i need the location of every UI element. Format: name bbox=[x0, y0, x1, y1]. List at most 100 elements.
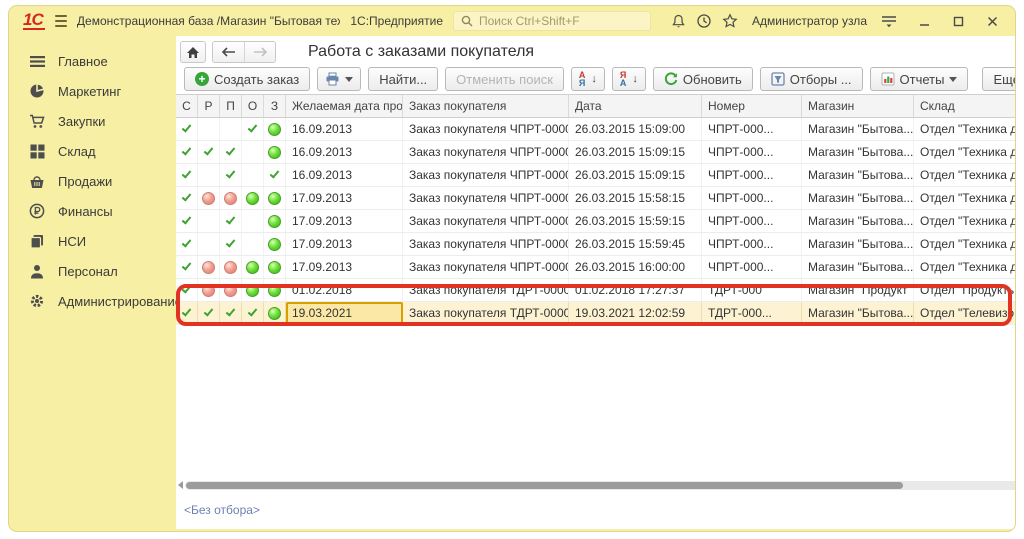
cell-wish_date[interactable]: 16.09.2013 bbox=[286, 164, 403, 186]
cell-store[interactable]: Магазин "Бытова... bbox=[802, 210, 914, 232]
column-header[interactable]: С bbox=[176, 95, 198, 117]
cell-wish_date[interactable]: 17.09.2013 bbox=[286, 233, 403, 255]
sidebar-item-персонал[interactable]: Персонал bbox=[9, 256, 176, 286]
table-row[interactable]: 16.09.2013Заказ покупателя ЧПРТ-00000...… bbox=[176, 141, 1016, 164]
scroll-left-icon[interactable] bbox=[178, 481, 183, 489]
sidebar-item-администрирование[interactable]: Администрирование bbox=[9, 286, 176, 316]
cell-order[interactable]: Заказ покупателя ЧПРТ-00000... bbox=[403, 164, 569, 186]
column-header[interactable]: О bbox=[242, 95, 264, 117]
home-button[interactable] bbox=[180, 41, 206, 63]
column-header[interactable]: Р bbox=[198, 95, 220, 117]
column-header[interactable]: Номер bbox=[702, 95, 802, 117]
sort-descending-button[interactable]: Я А ↓ bbox=[612, 67, 646, 91]
back-button[interactable] bbox=[213, 42, 244, 62]
global-search[interactable] bbox=[453, 11, 651, 31]
column-header[interactable]: П bbox=[220, 95, 242, 117]
cell-date[interactable]: 01.02.2018 17:27:37 bbox=[569, 279, 702, 301]
cell-wish_date[interactable]: 17.09.2013 bbox=[286, 187, 403, 209]
search-input[interactable] bbox=[479, 14, 643, 28]
cell-store[interactable]: Магазин "Бытова... bbox=[802, 187, 914, 209]
cell-date[interactable]: 19.03.2021 12:02:59 bbox=[569, 302, 702, 324]
column-header[interactable]: Склад bbox=[914, 95, 1016, 117]
column-header[interactable]: Желаемая дата продажи bbox=[286, 95, 403, 117]
column-header[interactable]: Дата bbox=[569, 95, 702, 117]
column-header[interactable]: Магазин bbox=[802, 95, 914, 117]
cell-number[interactable]: ТДРТ-000 bbox=[702, 279, 802, 301]
cell-warehouse[interactable]: Отдел "Техника д bbox=[914, 187, 1016, 209]
table-row[interactable]: 19.03.2021Заказ покупателя ТДРТ-000001..… bbox=[176, 302, 1016, 325]
cell-order[interactable]: Заказ покупателя ЧПРТ-00000... bbox=[403, 118, 569, 140]
table-row[interactable]: 16.09.2013Заказ покупателя ЧПРТ-00000...… bbox=[176, 164, 1016, 187]
notifications-bell-icon[interactable] bbox=[671, 12, 686, 30]
reports-button[interactable]: Отчеты bbox=[870, 67, 969, 91]
cell-number[interactable]: ЧПРТ-000... bbox=[702, 141, 802, 163]
find-button[interactable]: Найти... bbox=[368, 67, 438, 91]
sidebar-item-финансы[interactable]: Финансы bbox=[9, 196, 176, 226]
table-row[interactable]: 17.09.2013Заказ покупателя ЧПРТ-00000...… bbox=[176, 233, 1016, 256]
sidebar-item-маркетинг[interactable]: Маркетинг bbox=[9, 76, 176, 106]
sidebar-item-продажи[interactable]: Продажи bbox=[9, 166, 176, 196]
cell-store[interactable]: Магазин "Бытова... bbox=[802, 302, 914, 324]
cell-order[interactable]: Заказ покупателя ТДРТ-000001 bbox=[403, 279, 569, 301]
cell-order[interactable]: Заказ покупателя ЧПРТ-00000... bbox=[403, 210, 569, 232]
cell-store[interactable]: Магазин "Бытова... bbox=[802, 256, 914, 278]
cell-wish_date[interactable]: 16.09.2013 bbox=[286, 118, 403, 140]
scrollbar-thumb[interactable] bbox=[186, 482, 903, 489]
cell-number[interactable]: ЧПРТ-000... bbox=[702, 164, 802, 186]
table-row[interactable]: 01.02.2018Заказ покупателя ТДРТ-00000101… bbox=[176, 279, 1016, 302]
cell-wish_date[interactable]: 17.09.2013 bbox=[286, 210, 403, 232]
cell-number[interactable]: ЧПРТ-000... bbox=[702, 256, 802, 278]
sort-ascending-button[interactable]: А Я ↓ bbox=[571, 67, 605, 91]
main-menu-icon[interactable] bbox=[55, 15, 67, 27]
cell-date[interactable]: 26.03.2015 15:58:15 bbox=[569, 187, 702, 209]
cell-wish_date[interactable]: 16.09.2013 bbox=[286, 141, 403, 163]
refresh-button[interactable]: Обновить bbox=[653, 67, 753, 91]
filters-button[interactable]: Отборы ... bbox=[760, 67, 863, 91]
scrollbar-track[interactable] bbox=[185, 481, 1016, 490]
cell-date[interactable]: 26.03.2015 15:09:00 bbox=[569, 118, 702, 140]
cell-warehouse[interactable]: Отдел "Продукть bbox=[914, 279, 1016, 301]
cell-wish_date[interactable]: 17.09.2013 bbox=[286, 256, 403, 278]
filter-status-link[interactable]: <Без отбора> bbox=[184, 503, 260, 517]
cell-store[interactable]: Магазин "Бытова... bbox=[802, 141, 914, 163]
cell-warehouse[interactable]: Отдел "Техника д bbox=[914, 141, 1016, 163]
cancel-search-button[interactable]: Отменить поиск bbox=[445, 67, 564, 91]
column-header[interactable]: З bbox=[264, 95, 286, 117]
table-row[interactable]: 17.09.2013Заказ покупателя ЧПРТ-00000...… bbox=[176, 256, 1016, 279]
cell-date[interactable]: 26.03.2015 16:00:00 bbox=[569, 256, 702, 278]
sidebar-item-нси[interactable]: НСИ bbox=[9, 226, 176, 256]
cell-number[interactable]: ЧПРТ-000... bbox=[702, 187, 802, 209]
cell-store[interactable]: Магазин "Бытова... bbox=[802, 164, 914, 186]
table-row[interactable]: 17.09.2013Заказ покупателя ЧПРТ-00000...… bbox=[176, 210, 1016, 233]
cell-wish_date[interactable]: 19.03.2021 bbox=[286, 302, 403, 324]
cell-warehouse[interactable]: Отдел "Техника д bbox=[914, 164, 1016, 186]
cell-warehouse[interactable]: Отдел "Техника д bbox=[914, 233, 1016, 255]
horizontal-scrollbar[interactable] bbox=[178, 479, 1016, 491]
cell-number[interactable]: ТДРТ-000... bbox=[702, 302, 802, 324]
forward-button[interactable] bbox=[244, 42, 275, 62]
cell-number[interactable]: ЧПРТ-000... bbox=[702, 210, 802, 232]
history-icon[interactable] bbox=[696, 12, 712, 30]
create-order-button[interactable]: + Создать заказ bbox=[184, 67, 310, 91]
more-button[interactable]: Еще bbox=[982, 67, 1016, 91]
favorites-star-icon[interactable] bbox=[722, 12, 738, 30]
cell-store[interactable]: Магазин "Бытова... bbox=[802, 118, 914, 140]
cell-date[interactable]: 26.03.2015 15:09:15 bbox=[569, 141, 702, 163]
cell-warehouse[interactable]: Отдел "Техника д bbox=[914, 118, 1016, 140]
table-row[interactable]: 17.09.2013Заказ покупателя ЧПРТ-00000...… bbox=[176, 187, 1016, 210]
cell-store[interactable]: Магазин "Продукт bbox=[802, 279, 914, 301]
cell-order[interactable]: Заказ покупателя ЧПРТ-00000... bbox=[403, 233, 569, 255]
cell-number[interactable]: ЧПРТ-000... bbox=[702, 118, 802, 140]
cell-order[interactable]: Заказ покупателя ЧПРТ-00000... bbox=[403, 256, 569, 278]
cell-order[interactable]: Заказ покупателя ТДРТ-000001... bbox=[403, 302, 569, 324]
current-user[interactable]: Администратор узла bbox=[752, 14, 867, 28]
column-header[interactable]: Заказ покупателя bbox=[403, 95, 569, 117]
cell-warehouse[interactable]: Отдел "Телевизо bbox=[914, 302, 1016, 324]
close-window-icon[interactable] bbox=[983, 12, 1001, 30]
sidebar-item-закупки[interactable]: Закупки bbox=[9, 106, 176, 136]
cell-date[interactable]: 26.03.2015 15:09:15 bbox=[569, 164, 702, 186]
sidebar-item-склад[interactable]: Склад bbox=[9, 136, 176, 166]
cell-number[interactable]: ЧПРТ-000... bbox=[702, 233, 802, 255]
cell-warehouse[interactable]: Отдел "Техника д bbox=[914, 256, 1016, 278]
print-button[interactable] bbox=[317, 67, 361, 91]
